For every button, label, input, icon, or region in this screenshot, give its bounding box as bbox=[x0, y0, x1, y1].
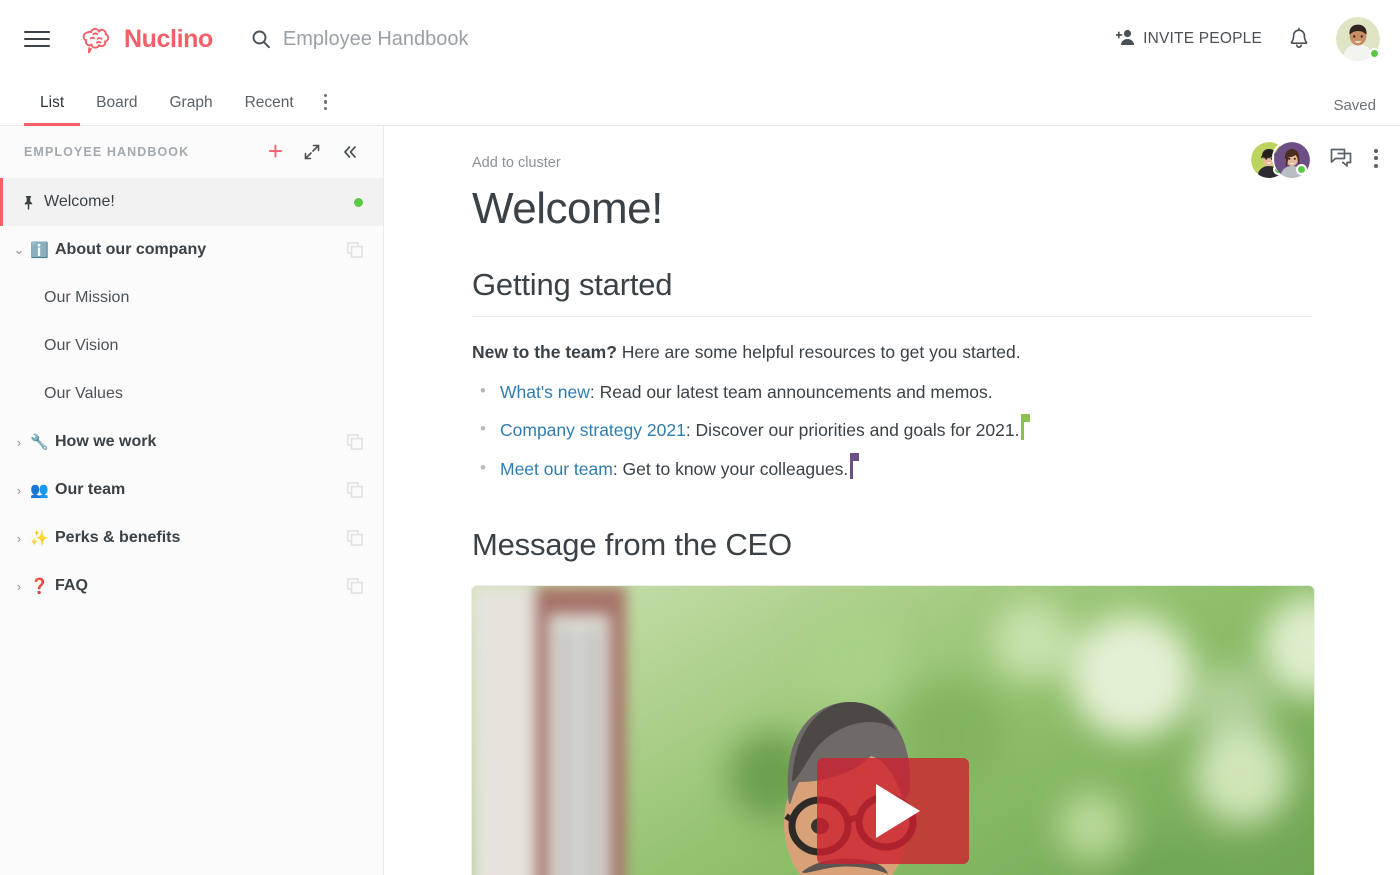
hamburger-icon[interactable] bbox=[24, 25, 52, 53]
more-vertical-icon bbox=[323, 93, 328, 114]
chevron-down-icon[interactable]: ⌄ bbox=[8, 242, 30, 258]
search-icon bbox=[251, 29, 271, 49]
sidebar-item-our-team[interactable]: › 👥 Our team bbox=[0, 466, 383, 514]
getting-started-list: What's new: Read our latest team announc… bbox=[472, 378, 1312, 483]
play-triangle bbox=[876, 784, 920, 839]
search-bar[interactable] bbox=[251, 27, 1116, 51]
sidebar-actions: + bbox=[268, 138, 359, 164]
chevrons-left-icon[interactable] bbox=[341, 143, 359, 161]
sidebar-item-perks-and-benefits[interactable]: › ✨ Perks & benefits bbox=[0, 514, 383, 562]
main-content: Add to cluster Welcome! Getting started … bbox=[384, 126, 1400, 875]
top-bar: Nuclino INVITE PEOPLE bbox=[0, 0, 1400, 78]
play-button-icon[interactable] bbox=[817, 758, 969, 865]
sidebar-title: EMPLOYEE HANDBOOK bbox=[24, 145, 190, 159]
document-more-menu-button[interactable] bbox=[1374, 148, 1378, 168]
search-input[interactable] bbox=[282, 27, 843, 51]
tab-board[interactable]: Board bbox=[80, 94, 153, 126]
collaborator-caret-green bbox=[1021, 414, 1031, 441]
sidebar-item-label: About our company bbox=[55, 241, 207, 258]
list-item: What's new: Read our latest team announc… bbox=[472, 378, 1312, 406]
list-item: Meet our team: Get to know your colleagu… bbox=[472, 452, 1312, 483]
plus-icon[interactable]: + bbox=[268, 138, 283, 164]
save-status-label: Saved bbox=[1333, 97, 1376, 114]
tab-recent[interactable]: Recent bbox=[229, 94, 310, 126]
cluster-icon[interactable] bbox=[347, 530, 363, 546]
comment-icon[interactable] bbox=[1330, 147, 1352, 169]
section-divider bbox=[472, 316, 1312, 318]
bell-icon[interactable] bbox=[1288, 27, 1310, 51]
intro-paragraph-rest: Here are some helpful resources to get y… bbox=[616, 342, 1021, 363]
sidebar-item-about-our-company[interactable]: ⌄ ℹ️ About our company bbox=[0, 226, 383, 274]
cluster-icon[interactable] bbox=[347, 482, 363, 498]
sidebar-item-label: How we work bbox=[55, 433, 157, 450]
section-heading-getting-started: Getting started bbox=[472, 267, 673, 303]
expand-icon[interactable] bbox=[303, 143, 321, 161]
invite-people-label: INVITE PEOPLE bbox=[1143, 30, 1262, 47]
sidebar-item-label: FAQ bbox=[55, 577, 88, 594]
sparkles-emoji-icon: ✨ bbox=[30, 530, 49, 547]
tab-list[interactable]: List bbox=[24, 94, 81, 126]
chevron-right-icon[interactable]: › bbox=[8, 483, 30, 498]
sidebar-item-label: Welcome! bbox=[44, 193, 115, 210]
sidebar-item-how-we-work[interactable]: › 🔧 How we work bbox=[0, 418, 383, 466]
tab-more-menu-button[interactable] bbox=[310, 93, 342, 126]
sidebar-header: EMPLOYEE HANDBOOK + bbox=[0, 126, 383, 178]
brand-name: Nuclino bbox=[124, 24, 213, 53]
online-status-dot bbox=[1369, 48, 1380, 59]
sidebar-item-label: Perks & benefits bbox=[55, 529, 181, 546]
chevron-right-icon[interactable]: › bbox=[8, 531, 30, 546]
collaborator-caret-purple bbox=[850, 452, 860, 479]
sidebar-item-our-vision[interactable]: Our Vision bbox=[0, 322, 383, 370]
wrench-emoji-icon: 🔧 bbox=[30, 434, 49, 451]
people-emoji-icon: 👥 bbox=[30, 482, 49, 499]
sidebar-item-label: Our Mission bbox=[44, 289, 130, 306]
sidebar-item-label: Our Values bbox=[44, 385, 123, 402]
link-company-strategy-2021[interactable]: Company strategy 2021 bbox=[500, 420, 686, 440]
online-status-dot bbox=[1296, 164, 1307, 175]
section-heading-message-from-the-ceo: Message from the CEO bbox=[472, 526, 792, 562]
green-dot-icon bbox=[354, 197, 363, 207]
sidebar-item-label: Our team bbox=[55, 481, 126, 498]
user-avatar[interactable] bbox=[1336, 17, 1380, 61]
nuclino-brain-logo-icon bbox=[80, 24, 116, 54]
list-item-text: : Get to know your colleagues. bbox=[612, 458, 849, 479]
body: EMPLOYEE HANDBOOK + Welcome! ⌄ ℹ️ About … bbox=[0, 126, 1400, 875]
collaborator-avatar-2[interactable] bbox=[1272, 140, 1310, 178]
tabs: List Board Graph Recent bbox=[24, 93, 342, 126]
list-item-text: : Discover our priorities and goals for … bbox=[685, 420, 1020, 441]
list-item-text: : Read our latest team announcements and… bbox=[589, 382, 993, 403]
person-add-icon bbox=[1115, 28, 1136, 51]
info-emoji-icon: ℹ️ bbox=[30, 242, 49, 259]
brand-logo-link[interactable]: Nuclino bbox=[80, 24, 213, 54]
list-item: Company strategy 2021: Discover our prio… bbox=[472, 414, 1312, 444]
cluster-icon[interactable] bbox=[347, 434, 363, 450]
sidebar-item-label: Our Vision bbox=[44, 337, 119, 354]
sidebar-item-welcome[interactable]: Welcome! bbox=[0, 178, 383, 226]
ceo-message-video[interactable] bbox=[472, 586, 1314, 875]
view-tab-bar: List Board Graph Recent Saved bbox=[0, 78, 1400, 126]
add-to-cluster-button[interactable]: Add to cluster bbox=[472, 155, 561, 171]
link-whats-new[interactable]: What's new bbox=[500, 382, 590, 402]
collaborator-avatars bbox=[1249, 140, 1310, 178]
page-title: Welcome! bbox=[472, 184, 663, 233]
document-body: Add to cluster Welcome! Getting started … bbox=[384, 126, 1400, 875]
sidebar-item-our-values[interactable]: Our Values bbox=[0, 370, 383, 418]
tab-graph[interactable]: Graph bbox=[154, 94, 229, 126]
pin-icon bbox=[18, 195, 38, 210]
chevron-right-icon[interactable]: › bbox=[8, 579, 30, 594]
cluster-icon[interactable] bbox=[347, 242, 363, 258]
question-emoji-icon: ❓ bbox=[30, 578, 49, 595]
sidebar-item-faq[interactable]: › ❓ FAQ bbox=[0, 562, 383, 610]
sidebar: EMPLOYEE HANDBOOK + Welcome! ⌄ ℹ️ About … bbox=[0, 126, 384, 875]
document-toolbar bbox=[1249, 140, 1378, 178]
cluster-icon[interactable] bbox=[347, 578, 363, 594]
sidebar-item-our-mission[interactable]: Our Mission bbox=[0, 274, 383, 322]
chevron-right-icon[interactable]: › bbox=[8, 435, 30, 450]
invite-people-button[interactable]: INVITE PEOPLE bbox=[1115, 28, 1262, 51]
intro-paragraph: New to the team? Here are some helpful r… bbox=[472, 339, 1312, 365]
intro-paragraph-bold: New to the team? bbox=[472, 342, 617, 363]
top-bar-actions: INVITE PEOPLE bbox=[1115, 17, 1380, 61]
link-meet-our-team[interactable]: Meet our team bbox=[500, 459, 613, 479]
